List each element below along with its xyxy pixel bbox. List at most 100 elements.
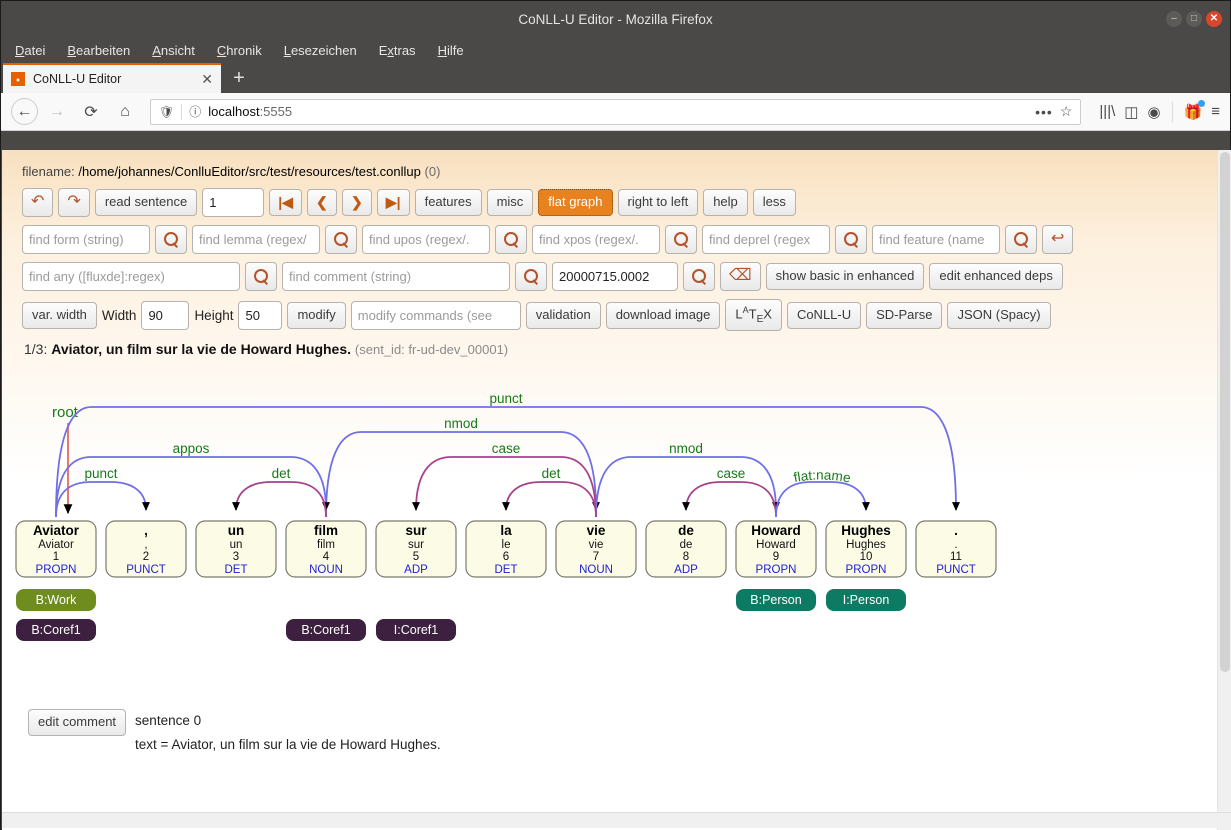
show-basic-in-enhanced-button[interactable]: show basic in enhanced: [765, 263, 925, 290]
flat-graph-button[interactable]: flat graph: [538, 189, 613, 216]
latex-button[interactable]: LATEX: [725, 299, 782, 332]
undo-button[interactable]: ↶: [22, 188, 54, 217]
less-button[interactable]: less: [752, 189, 796, 216]
find-upos-search-button[interactable]: [495, 225, 527, 254]
clear-search-button[interactable]: ⌫: [720, 262, 761, 291]
prev-sentence-button[interactable]: ❮: [306, 189, 337, 216]
menu-datei[interactable]: DDateiatei: [15, 43, 45, 58]
shield-icon[interactable]: 🛡: [159, 105, 174, 119]
svg-text:6: 6: [503, 551, 509, 563]
svg-text:I:Person: I:Person: [843, 593, 890, 607]
account-icon[interactable]: ◉: [1147, 103, 1160, 121]
find-form-input[interactable]: [22, 225, 150, 254]
maximize-button[interactable]: □: [1186, 11, 1202, 27]
sd-parse-button[interactable]: SD-Parse: [866, 301, 943, 329]
back-button[interactable]: ←: [11, 98, 38, 125]
forward-button[interactable]: →: [42, 98, 72, 126]
find-xpos-search-button[interactable]: [665, 225, 697, 254]
svg-text:Howard: Howard: [751, 523, 801, 538]
modify-commands-input[interactable]: [350, 300, 521, 330]
next-sentence-button[interactable]: ❯: [341, 189, 372, 216]
bookmark-star-icon[interactable]: ☆: [1060, 103, 1073, 120]
menubar: DDateiatei Bearbeiten Ansicht Chronik Le…: [1, 37, 1230, 63]
find-sentid-search-button[interactable]: [683, 262, 715, 291]
misc-button[interactable]: misc: [486, 189, 534, 216]
var-width-button[interactable]: var. width: [22, 301, 97, 329]
json-spacy-button[interactable]: JSON (Spacy): [947, 301, 1051, 329]
find-xpos-input[interactable]: [532, 225, 660, 254]
minimize-button[interactable]: –: [1166, 11, 1182, 27]
find-any-input[interactable]: [22, 262, 240, 291]
svg-text:Hughes: Hughes: [846, 539, 886, 551]
svg-text:vie: vie: [587, 523, 606, 538]
browser-window: CoNLL-U Editor - Mozilla Firefox – □ ✕ D…: [0, 0, 1231, 830]
edit-comment-button[interactable]: edit comment: [28, 709, 127, 737]
library-icon[interactable]: |||\: [1099, 103, 1115, 120]
new-tab-button[interactable]: +: [221, 63, 257, 93]
svg-text:4: 4: [323, 551, 330, 563]
help-button[interactable]: help: [703, 189, 748, 216]
svg-text:nmod: nmod: [444, 416, 478, 431]
close-button[interactable]: ✕: [1206, 11, 1222, 27]
svg-text:un: un: [230, 539, 243, 551]
first-sentence-button[interactable]: |◀: [269, 189, 302, 216]
url-text: localhost:5555: [208, 104, 1028, 119]
menu-icon[interactable]: ≡: [1211, 103, 1220, 120]
sentence-number-input[interactable]: [202, 188, 265, 217]
svg-text:de: de: [680, 539, 693, 551]
menu-lesezeichen[interactable]: Lesezeichen: [284, 43, 357, 58]
status-bar: [2, 812, 1231, 828]
right-to-left-button[interactable]: right to left: [617, 189, 699, 216]
svg-text:DET: DET: [495, 564, 518, 576]
page-actions-icon[interactable]: •••: [1035, 104, 1053, 120]
svg-text:PROPN: PROPN: [846, 564, 887, 576]
dependency-graph-svg[interactable]: root punct nmod appos case nmod punct det det cas…: [14, 371, 1064, 691]
find-lemma-input[interactable]: [192, 225, 320, 254]
conllu-button[interactable]: CoNLL-U: [786, 301, 862, 329]
find-comment-input[interactable]: [282, 262, 510, 291]
join-search-button[interactable]: ↩: [1042, 225, 1074, 254]
extension-icon[interactable]: 🎁: [1184, 99, 1206, 121]
svg-text:B:Person: B:Person: [750, 593, 801, 607]
sent-id-input[interactable]: [552, 262, 678, 291]
dependency-graph[interactable]: root punct nmod appos case nmod punct det det cas…: [14, 371, 1217, 691]
url-bar[interactable]: 🛡 ⓘ localhost:5555 ••• ☆: [150, 98, 1082, 125]
find-form-search-button[interactable]: [155, 225, 187, 254]
tab-close-icon[interactable]: ✕: [201, 72, 213, 86]
redo-button[interactable]: ↷: [58, 188, 90, 217]
menu-hilfe[interactable]: Hilfe: [438, 43, 464, 58]
find-comment-search-button[interactable]: [515, 262, 547, 291]
find-deprel-input[interactable]: [702, 225, 830, 254]
menu-ansicht[interactable]: Ansicht: [152, 43, 195, 58]
tab-label: CoNLL-U Editor: [33, 72, 122, 86]
menu-extras[interactable]: Extras: [379, 43, 416, 58]
menu-bearbeiten[interactable]: Bearbeiten: [67, 43, 130, 58]
find-feature-search-button[interactable]: [1005, 225, 1037, 254]
filename-line: filename: /home/johannes/ConlluEditor/sr…: [22, 164, 1217, 179]
height-input[interactable]: [238, 300, 283, 330]
find-lemma-search-button[interactable]: [325, 225, 357, 254]
svg-text:PUNCT: PUNCT: [936, 564, 976, 576]
page-scrollbar-thumb[interactable]: [1220, 152, 1230, 672]
last-sentence-button[interactable]: ▶|: [376, 189, 410, 216]
svg-text:I:Coref1: I:Coref1: [394, 623, 439, 637]
tab-conllu-editor[interactable]: ◼ CoNLL-U Editor ✕: [3, 63, 221, 93]
svg-text:vie: vie: [589, 539, 604, 551]
home-button[interactable]: ⌂: [110, 98, 140, 126]
find-upos-input[interactable]: [362, 225, 490, 254]
edit-enhanced-deps-button[interactable]: edit enhanced deps: [929, 263, 1063, 290]
page-scrollbar[interactable]: [1217, 150, 1231, 830]
read-sentence-button[interactable]: read sentence: [94, 189, 198, 216]
menu-chronik[interactable]: Chronik: [217, 43, 262, 58]
reload-button[interactable]: ⟳: [76, 98, 106, 126]
find-deprel-search-button[interactable]: [835, 225, 867, 254]
sidebar-icon[interactable]: ◫: [1124, 103, 1138, 121]
features-button[interactable]: features: [414, 189, 482, 216]
width-input[interactable]: [141, 300, 190, 330]
modify-button[interactable]: modify: [287, 301, 346, 329]
info-icon[interactable]: ⓘ: [189, 103, 201, 120]
find-feature-input[interactable]: [872, 225, 1000, 254]
find-any-search-button[interactable]: [245, 262, 277, 291]
download-image-button[interactable]: download image: [605, 301, 721, 329]
validation-button[interactable]: validation: [525, 301, 601, 329]
